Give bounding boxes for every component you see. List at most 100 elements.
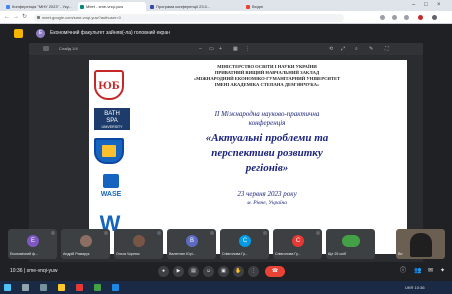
browser-tab-3[interactable]: Програма конференції 23.0... xyxy=(148,2,242,11)
tab-favicon-icon xyxy=(246,4,250,9)
participant-name: Співголова Гу... xyxy=(275,252,301,256)
page-icon[interactable]: ▭ xyxy=(209,46,214,52)
raise-hand-button[interactable]: ✋ xyxy=(233,266,244,277)
search-icon[interactable]: ⌕ xyxy=(355,46,358,52)
browser-tab-2[interactable]: Meet - sme-vnqi-yuw xyxy=(78,2,146,11)
minimize-icon[interactable]: – xyxy=(412,2,415,9)
camera-button[interactable]: ▶ xyxy=(173,266,184,277)
app-icon[interactable] xyxy=(112,284,119,291)
fit-icon[interactable]: ⤢ xyxy=(341,46,345,52)
file-explorer-icon[interactable] xyxy=(58,284,65,291)
more-participants-tile[interactable]: Ще 25 осіб xyxy=(326,229,375,259)
forward-icon[interactable]: → xyxy=(13,14,19,21)
shield-emblem-icon xyxy=(102,145,116,157)
windows-start-icon[interactable] xyxy=(4,284,11,291)
avatar: В xyxy=(186,235,198,247)
participant-name: Ще 25 осіб xyxy=(328,252,347,256)
slides-icon[interactable] xyxy=(43,46,49,51)
activities-icon[interactable]: ✦ xyxy=(440,267,445,276)
participant-tile[interactable]: Ольга Чорнюк xyxy=(114,229,163,259)
taskbar: UKR 10:36 xyxy=(0,281,452,294)
participant-name: Валентин Юрі... xyxy=(169,252,196,256)
participant-tile[interactable]: Андрій Римарук xyxy=(61,229,110,259)
self-view-tile[interactable]: Ви xyxy=(396,229,445,259)
pen-icon[interactable]: ✎ xyxy=(369,46,373,52)
participant-tile[interactable]: В Валентин Юрі... xyxy=(167,229,216,259)
conference-line: II Міжнародна науково-практична xyxy=(214,110,320,118)
more-icon[interactable]: ⋮ xyxy=(245,46,250,52)
shield-logo xyxy=(94,138,124,164)
wase-label: WASE xyxy=(100,191,122,198)
chrome-icon[interactable] xyxy=(94,284,101,291)
participant-name: Співголова Гу... xyxy=(222,252,248,256)
conference-date: 23 червня 2023 року xyxy=(237,190,297,198)
menu-icon[interactable] xyxy=(432,14,437,20)
mic-off-icon xyxy=(263,231,267,235)
participant-name: Економічний ф... xyxy=(10,252,39,256)
university-logo: ЮБ xyxy=(94,70,124,100)
search-icon[interactable] xyxy=(22,284,29,291)
more-options-button[interactable]: ⋮ xyxy=(248,266,259,277)
wase-mark-icon xyxy=(103,174,119,188)
bath-logo-line: UNIVERSITY xyxy=(101,125,123,129)
title-line: «Актуальні проблеми та xyxy=(205,132,329,144)
reload-icon[interactable]: ↻ xyxy=(22,14,27,21)
participant-name: Ви xyxy=(398,252,403,256)
participant-name: Андрій Римарук xyxy=(63,252,90,256)
title-line: перспективи розвитку xyxy=(211,147,323,159)
meet-logo-icon xyxy=(14,29,23,38)
participant-name: Ольга Чорнюк xyxy=(116,252,140,256)
task-view-icon[interactable] xyxy=(40,284,47,291)
info-icon[interactable]: ⓘ xyxy=(400,267,406,276)
close-icon[interactable]: × xyxy=(437,2,441,9)
presentation-slide: ЮБ BATH SPA UNIVERSITY WASE W МІНІСТЕРСТ… xyxy=(89,60,407,254)
meeting-controls: 10:36 | sme-vnqi-yuw ● ▶ ▤ ☺ ▣ ✋ ⋮ ☎ ⓘ 👥… xyxy=(0,262,452,281)
presentation-status: Економічний факультет зайняв(-ла) головн… xyxy=(50,30,170,36)
people-icon[interactable]: 👥 xyxy=(414,267,421,276)
avatar xyxy=(133,235,145,247)
emoji-button[interactable]: ☺ xyxy=(203,266,214,277)
end-call-button[interactable]: ☎ xyxy=(265,266,285,277)
chat-icon[interactable]: ✉ xyxy=(428,267,433,276)
present-button[interactable]: ▣ xyxy=(218,266,229,277)
more-participants-icon xyxy=(342,235,360,247)
browser-tab-strip: Конференція "МНУ 2023" - Уку... Meet - s… xyxy=(0,0,452,11)
conference-line: конференція xyxy=(248,119,286,127)
mic-off-icon xyxy=(104,231,108,235)
grid-icon[interactable]: ▦ xyxy=(233,46,238,52)
url-field[interactable]: meet.google.com/sme-vnqi-yuw?authuser=0 xyxy=(34,13,344,22)
system-tray[interactable]: UKR 10:36 xyxy=(405,284,425,291)
ministry-header: МІНІСТЕРСТВО ОСВІТИ І НАУКИ УКРАЇНИ ПРИВ… xyxy=(133,64,401,88)
zoom-out-icon[interactable]: − xyxy=(199,46,202,52)
back-icon[interactable]: ← xyxy=(4,14,10,21)
mic-button[interactable]: ● xyxy=(158,266,169,277)
browser-tab-1[interactable]: Конференція "МНУ 2023" - Уку... xyxy=(4,2,76,11)
app-icon[interactable] xyxy=(76,284,83,291)
fullscreen-icon[interactable]: ⛶ xyxy=(385,46,389,52)
participant-tile[interactable]: С Співголова Гу... xyxy=(273,229,322,259)
participant-tile[interactable]: С Співголова Гу... xyxy=(220,229,269,259)
rotate-icon[interactable]: ⟲ xyxy=(329,46,333,52)
presentation-toolbar: Слайд 1/4 − ▭ + ▦ ⋮ ⟲ ⤢ ⌕ ✎ ⛶ xyxy=(29,43,423,55)
wase-logo: WASE xyxy=(94,172,128,206)
tab-label: Програма конференції 23.0... xyxy=(156,4,211,9)
extension-icon[interactable] xyxy=(380,14,385,20)
participant-tile[interactable]: Е Економічний ф... xyxy=(8,229,57,259)
tab-label: Конференція "МНУ 2023" - Уку... xyxy=(12,4,72,9)
avatar xyxy=(80,235,92,247)
extension-icon[interactable] xyxy=(404,14,409,20)
captions-button[interactable]: ▤ xyxy=(188,266,199,277)
avatar: С xyxy=(292,235,304,247)
extension-icon[interactable] xyxy=(392,14,397,20)
meet-header: Е Економічний факультет зайняв(-ла) голо… xyxy=(0,24,452,43)
zoom-in-icon[interactable]: + xyxy=(219,46,222,52)
browser-tab-4[interactable]: Вхідні xyxy=(244,2,290,11)
maximize-icon[interactable]: □ xyxy=(424,2,428,9)
bath-logo-line: BATH xyxy=(104,111,120,117)
tab-favicon-icon xyxy=(80,4,84,9)
profile-icon[interactable] xyxy=(418,14,423,20)
meeting-info: 10:36 | sme-vnqi-yuw xyxy=(10,268,58,274)
conference-title: «Актуальні проблеми та перспективи розви… xyxy=(133,131,401,176)
title-line: регіонів» xyxy=(245,162,289,174)
avatar: Е xyxy=(36,29,45,38)
